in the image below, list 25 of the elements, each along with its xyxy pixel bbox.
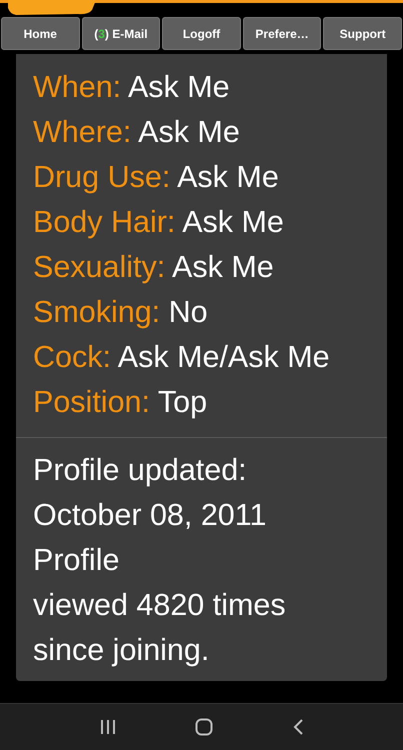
field-value: Ask Me/Ask Me xyxy=(118,340,330,374)
field-value: Ask Me xyxy=(138,115,240,149)
field-value: Ask Me xyxy=(182,205,284,239)
field-value: Ask Me xyxy=(172,250,274,284)
field-label: Body Hair: xyxy=(33,205,176,239)
nav-button[interactable]: Support xyxy=(323,17,402,50)
field-value: Ask Me xyxy=(177,160,279,194)
field-value: Top xyxy=(158,385,208,419)
nav-button[interactable]: (3) E-Mail xyxy=(82,17,160,50)
profile-stats-text: Profile updated: October 08, 2011 Profile viewed 4820 times since joining. xyxy=(32,452,287,669)
home-icon[interactable] xyxy=(194,718,212,736)
field-label: Sexuality: xyxy=(33,250,166,284)
nav-button[interactable]: Prefere… xyxy=(242,17,322,50)
nav-button[interactable]: Home xyxy=(1,17,80,50)
field-label: Smoking: xyxy=(33,295,160,329)
field-label: Cock: xyxy=(33,340,111,374)
field-value: No xyxy=(168,295,208,329)
field-label: Drug Use: xyxy=(33,160,170,194)
field-value: Ask Me xyxy=(128,70,230,104)
recent-apps-icon[interactable] xyxy=(100,719,116,735)
field-label: Where: xyxy=(33,115,132,149)
nav-button[interactable]: Logoff xyxy=(162,17,241,50)
field-label: When: xyxy=(33,70,122,104)
field-label: Position: xyxy=(33,385,150,419)
back-icon[interactable] xyxy=(292,719,304,735)
